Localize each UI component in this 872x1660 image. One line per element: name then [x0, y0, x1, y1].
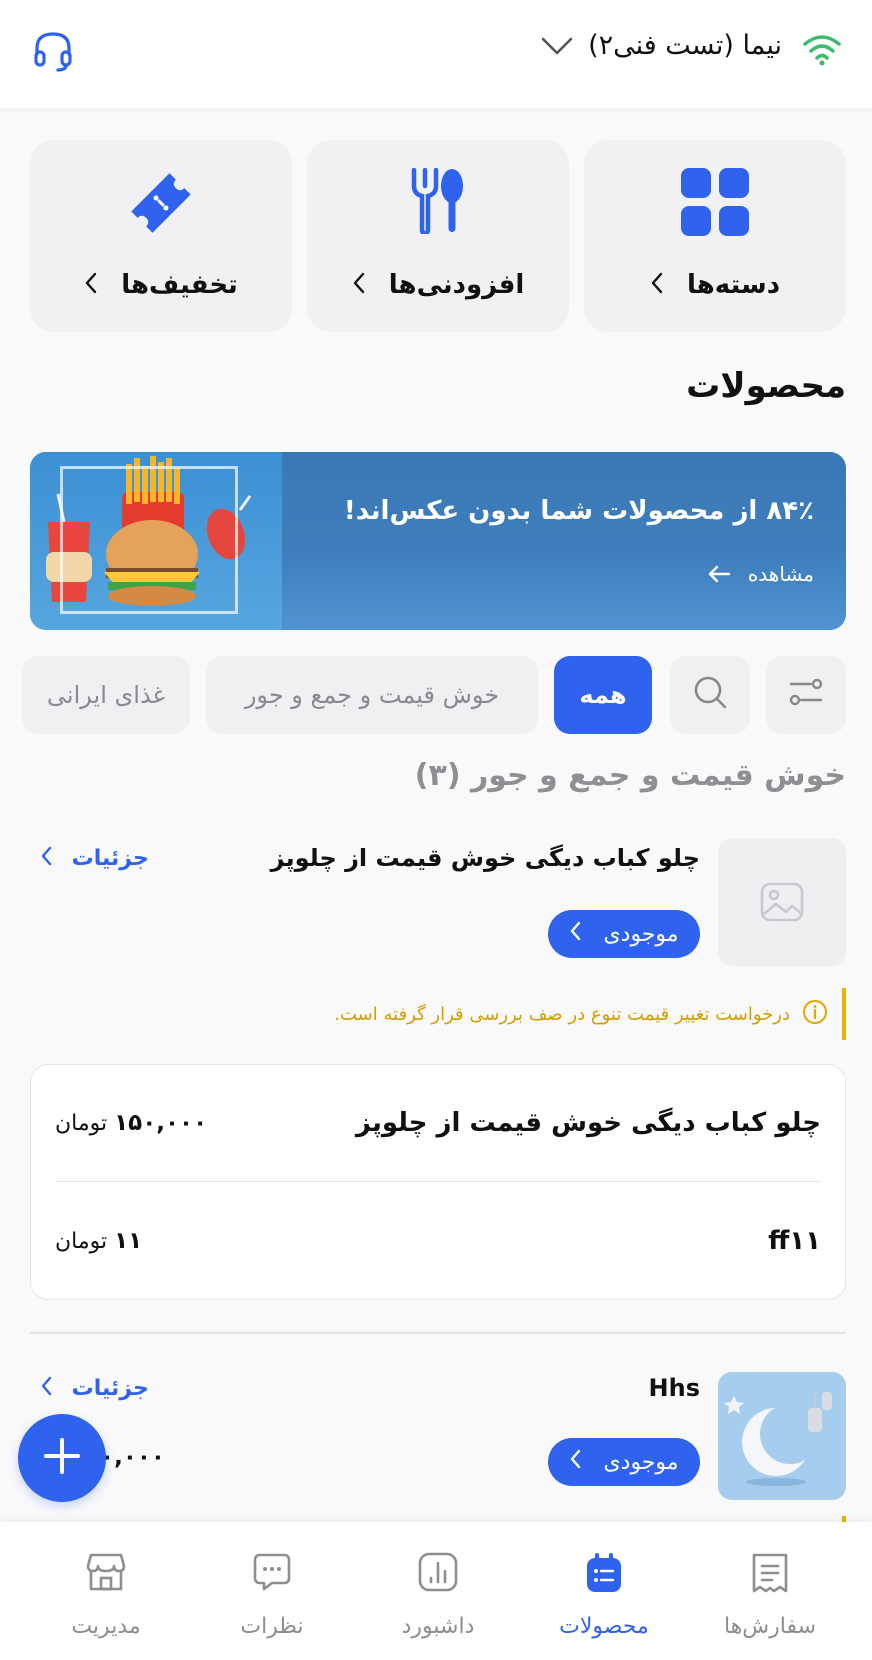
discounts-label: تخفیف‌ها [121, 270, 238, 300]
search-button[interactable] [670, 656, 750, 734]
receipt-icon [751, 1552, 789, 1598]
filter-chip-all[interactable]: همه [554, 656, 652, 734]
nav-item-products[interactable]: محصولات [534, 1522, 674, 1660]
details-label: جزئیات [71, 846, 149, 871]
store-icon [86, 1552, 126, 1596]
details-link[interactable]: جزئیات [40, 1376, 149, 1402]
products-icon [585, 1552, 623, 1598]
product-name: Hhs [648, 1374, 700, 1402]
chevron-left-icon [569, 1449, 581, 1475]
product-thumbnail[interactable] [718, 1372, 846, 1500]
bottom-navigation: سفارش‌ها محصولات داشبورد [0, 1522, 872, 1660]
nav-item-reviews[interactable]: نظرات [202, 1522, 342, 1660]
nav-label: سفارش‌ها [723, 1614, 817, 1639]
nav-item-orders[interactable]: سفارش‌ها [700, 1522, 840, 1660]
product-name: چلو کباب دیگی خوش قیمت از چلوپز [270, 844, 700, 872]
banner-view-link[interactable]: مشاهده [707, 562, 814, 588]
details-label: جزئیات [71, 1376, 149, 1401]
divider [55, 1181, 821, 1182]
stock-button[interactable]: موجودی [548, 1438, 700, 1486]
sliders-icon [789, 677, 823, 713]
filter-chip-iranian[interactable]: غذای ایرانی [22, 656, 190, 734]
chat-icon [252, 1552, 292, 1596]
nav-label: نظرات [240, 1614, 304, 1639]
addons-label: افزودنی‌ها [388, 270, 525, 300]
nav-label: محصولات [559, 1614, 649, 1639]
chevron-left-icon [650, 271, 664, 301]
chevron-left-icon [40, 1376, 52, 1402]
store-name[interactable]: نیما (تست فنی۲) [588, 30, 782, 61]
variant-price: ۱۵۰,۰۰۰ تومان [55, 1110, 208, 1136]
product-thumbnail[interactable] [718, 838, 846, 966]
chevron-left-icon [569, 921, 581, 947]
nav-item-management[interactable]: مدیریت [36, 1522, 176, 1660]
filter-settings-button[interactable] [766, 656, 846, 734]
nav-item-dashboard[interactable]: داشبورد [368, 1522, 508, 1660]
discounts-card[interactable]: تخفیف‌ها [30, 140, 292, 332]
addons-card[interactable]: افزودنی‌ها [307, 140, 569, 332]
chevron-left-icon [84, 271, 98, 301]
headset-icon[interactable] [32, 30, 74, 78]
search-icon [692, 674, 728, 716]
discount-ticket-icon [126, 168, 196, 242]
missing-photos-banner[interactable]: ۸۴٪ از محصولات شما بدون عکس‌اند! مشاهده [30, 452, 846, 630]
price-change-notice: درخواست تغییر قیمت تنوع در صف بررسی قرار… [286, 988, 846, 1040]
divider [30, 1332, 846, 1334]
stock-label: موجودی [603, 1449, 679, 1475]
chart-icon [418, 1552, 458, 1596]
chevron-left-icon [352, 271, 366, 301]
chevron-down-icon[interactable] [540, 36, 574, 60]
variant-row[interactable]: چلو کباب دیگی خوش قیمت از چلوپز ۱۵۰,۰۰۰ … [55, 1065, 821, 1181]
variant-name: چلو کباب دیگی خوش قیمت از چلوپز [355, 1108, 821, 1138]
plus-icon [42, 1436, 82, 1480]
stock-button[interactable]: موجودی [548, 910, 700, 958]
categories-card[interactable]: دسته‌ها [584, 140, 846, 332]
grid-icon [681, 168, 749, 240]
wifi-icon [802, 32, 842, 70]
details-link[interactable]: جزئیات [40, 846, 149, 872]
variant-name: ff۱۱ [768, 1226, 821, 1256]
categories-label: دسته‌ها [686, 270, 781, 300]
nav-label: مدیریت [71, 1614, 141, 1639]
stock-label: موجودی [603, 921, 679, 947]
category-heading: خوش قیمت و جمع و جور (۳) [414, 758, 846, 793]
filter-chip-affordable[interactable]: خوش قیمت و جمع و جور [206, 656, 538, 734]
image-placeholder-icon [760, 882, 804, 926]
app-header: نیما (تست فنی۲) [0, 0, 872, 108]
page-title: محصولات [686, 366, 846, 406]
chevron-left-icon [40, 846, 52, 872]
crescent-lantern-image [718, 1372, 846, 1500]
variants-card: چلو کباب دیگی خوش قیمت از چلوپز ۱۵۰,۰۰۰ … [30, 1064, 846, 1300]
info-icon [802, 999, 828, 1030]
banner-view-label: مشاهده [747, 562, 814, 586]
fork-spoon-icon [410, 167, 466, 238]
banner-image [30, 452, 282, 630]
variant-row[interactable]: ff۱۱ ۱۱ تومان [55, 1183, 821, 1299]
image-frame [60, 466, 238, 614]
banner-text: ۸۴٪ از محصولات شما بدون عکس‌اند! [343, 496, 814, 526]
notice-text: درخواست تغییر قیمت تنوع در صف بررسی قرار… [334, 1003, 790, 1025]
add-product-button[interactable] [18, 1414, 106, 1502]
variant-price: ۱۱ تومان [55, 1228, 143, 1254]
nav-label: داشبورد [401, 1614, 475, 1639]
arrow-left-icon [707, 564, 731, 588]
